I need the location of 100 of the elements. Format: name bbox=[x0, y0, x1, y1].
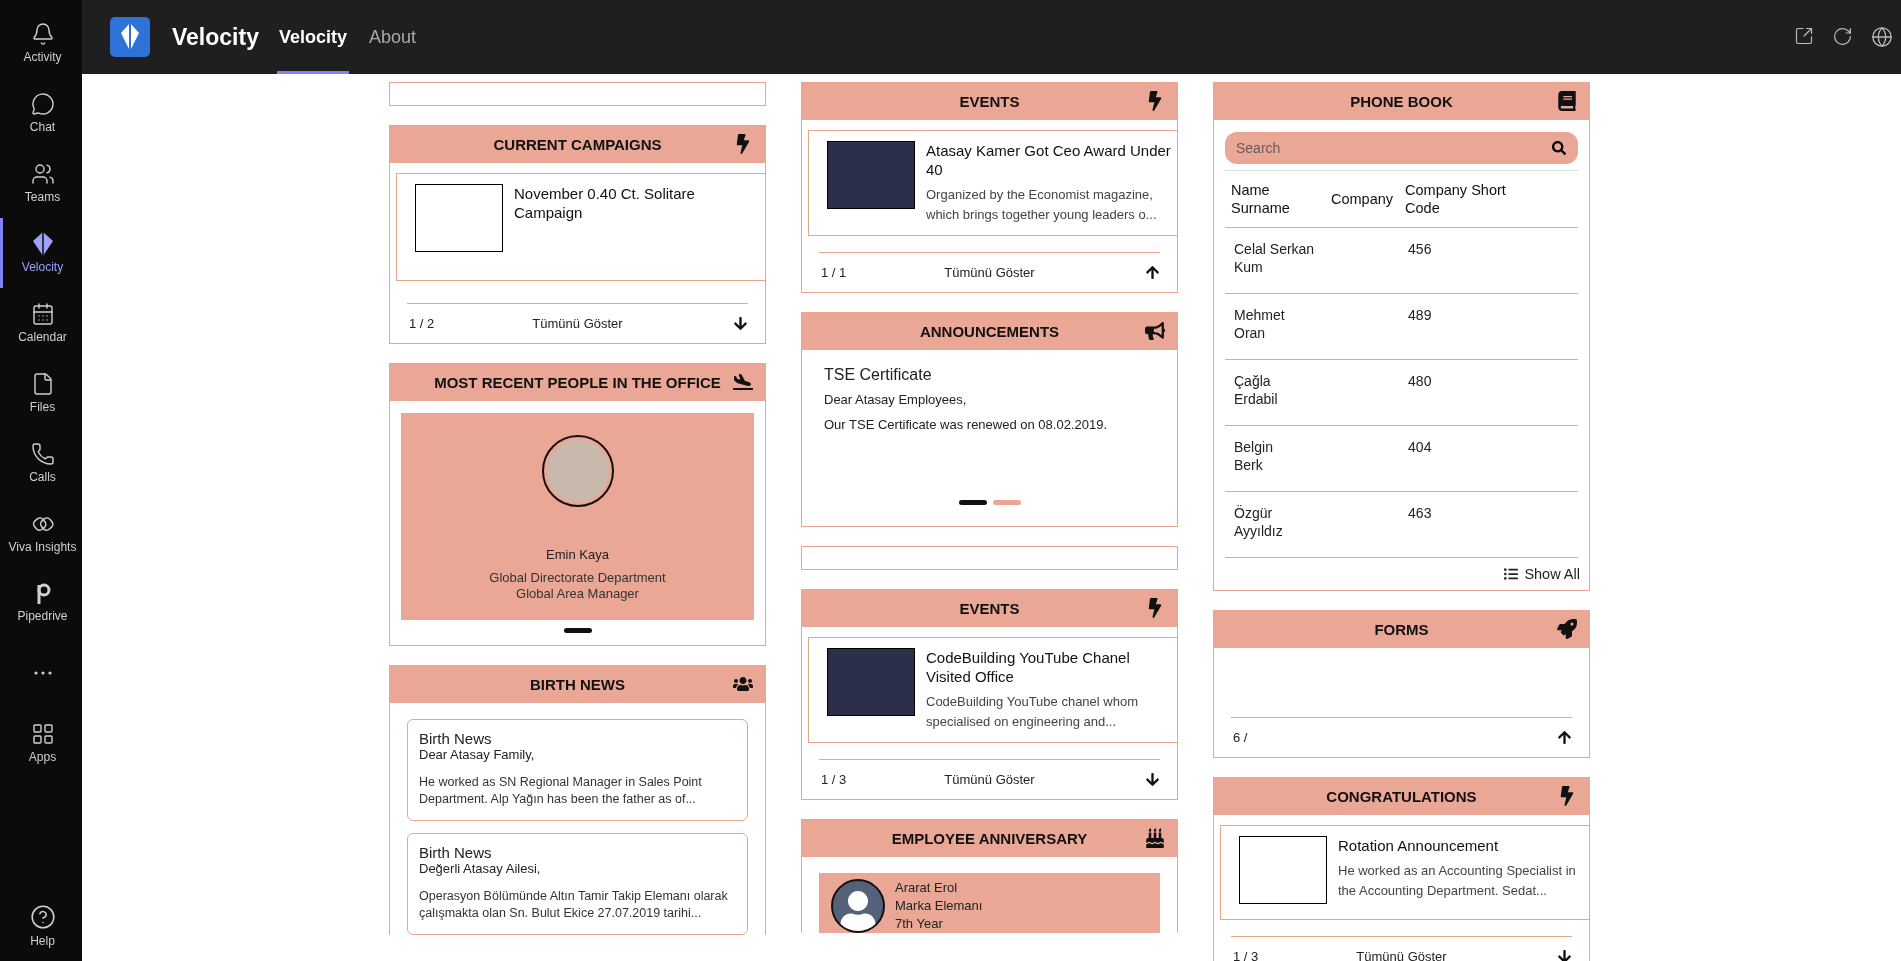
app-title: Velocity bbox=[172, 23, 259, 51]
sidebar-item[interactable]: Activity bbox=[0, 8, 82, 78]
announcement-greeting: Dear Atasay Employees, bbox=[824, 392, 968, 407]
pager-text: 1 / 3 bbox=[1232, 949, 1259, 961]
nav-tab[interactable]: About bbox=[367, 0, 419, 74]
pager-text: 1 / 3 bbox=[820, 772, 847, 787]
sidebar-item[interactable]: Calendar bbox=[0, 288, 82, 358]
person-name: Ararat Erol bbox=[895, 879, 959, 897]
announcement-text: Our TSE Certificate was renewed on 08.02.2019. bbox=[824, 417, 1109, 432]
sidebar-item[interactable]: Files bbox=[0, 358, 82, 428]
help-button[interactable]: Help bbox=[0, 891, 82, 961]
item-greeting: Dear Atasay Family, bbox=[419, 747, 536, 762]
arrow-down-button[interactable] bbox=[1557, 949, 1572, 961]
sidebar-item[interactable]: Teams bbox=[0, 148, 82, 218]
card-title: EVENTS bbox=[959, 600, 1020, 617]
show-all-link[interactable]: Tümünü Göster bbox=[944, 265, 1035, 280]
card-title: PHONE BOOK bbox=[1350, 93, 1453, 110]
person-name: Emin Kaya bbox=[546, 547, 609, 562]
news-item[interactable]: November 0.40 Ct. Solitare Campaign bbox=[396, 173, 765, 281]
column-header: Name Surname bbox=[1225, 170, 1325, 228]
item-description: CodeBuilding YouTube chanel whom specialised on engineering and... bbox=[926, 693, 1139, 731]
help-icon bbox=[29, 904, 56, 930]
calendar-icon bbox=[30, 302, 55, 326]
news-item[interactable]: Birth News Değerli Atasay Ailesi, Operasyon Bölümünde Altın Tamir Takip Elemanı olarak çalışmakta olan Sn. Bulut Ekice 27.07.2019 tarihi... bbox=[407, 833, 748, 935]
cake-icon bbox=[1145, 828, 1165, 848]
card-title: EVENTS bbox=[959, 93, 1020, 110]
item-title: Birth News bbox=[419, 844, 493, 861]
chat-icon bbox=[30, 92, 55, 116]
item-greeting: Değerli Atasay Ailesi, bbox=[419, 861, 542, 876]
table-cell: Özgür Ayyıldız bbox=[1225, 491, 1325, 558]
rocket-icon bbox=[1557, 619, 1577, 639]
show-all-button[interactable]: Show All bbox=[1504, 566, 1580, 582]
show-all-link[interactable]: Tümünü Göster bbox=[1356, 949, 1447, 961]
pager-text: 6 / bbox=[1232, 730, 1248, 745]
arrow-down-button[interactable] bbox=[1145, 772, 1160, 787]
arrow-down-button[interactable] bbox=[733, 316, 748, 331]
card-title: BIRTH NEWS bbox=[530, 676, 625, 693]
sidebar-item[interactable]: Calls bbox=[0, 428, 82, 498]
sidebar-item[interactable]: Chat bbox=[0, 78, 82, 148]
pager-text: 1 / 1 bbox=[820, 265, 847, 280]
people-group-icon bbox=[733, 674, 753, 694]
item-title: Birth News bbox=[419, 730, 493, 747]
item-title: CodeBuilding YouTube Chanel Visited Office bbox=[926, 648, 1131, 686]
grid-icon bbox=[30, 722, 55, 746]
item-description: Operasyon Bölümünde Altın Tamir Takip Elemanı olarak çalışmakta olan Sn. Bulut Ekice 27.07.2019 tarihi... bbox=[419, 888, 729, 922]
table-cell: 480 bbox=[1399, 359, 1578, 426]
column-header: Company bbox=[1325, 170, 1400, 228]
sidebar-item[interactable]: Pipedrive bbox=[0, 568, 82, 638]
item-title: Rotation Announcement bbox=[1338, 836, 1500, 855]
sidebar-item[interactable]: Apps bbox=[0, 708, 82, 778]
arrow-up-button[interactable] bbox=[1557, 730, 1572, 745]
table-cell: 456 bbox=[1399, 227, 1578, 294]
search-icon bbox=[1552, 141, 1566, 155]
bell-icon bbox=[30, 22, 55, 46]
news-item[interactable]: Birth News Dear Atasay Family, He worked as SN Regional Manager in Sales Point Department. Alp Yağın has been the father as of... bbox=[407, 719, 748, 821]
avatar-silhouette-icon bbox=[831, 879, 885, 933]
news-item[interactable]: CodeBuilding YouTube Chanel Visited Office CodeBuilding YouTube chanel whom specialised on engineering and... bbox=[808, 637, 1177, 743]
announcement-title: TSE Certificate bbox=[824, 366, 933, 384]
card-title: MOST RECENT PEOPLE IN THE OFFICE bbox=[434, 374, 721, 391]
table-cell: Belgin Berk bbox=[1225, 425, 1325, 492]
person-role: Marka Elemanı bbox=[895, 897, 983, 915]
card-title: CONGRATULATIONS bbox=[1326, 788, 1477, 805]
column-header: Company Short Code bbox=[1399, 170, 1578, 228]
item-title: Atasay Kamer Got Ceo Award Under 40 bbox=[926, 141, 1171, 179]
refresh-button[interactable] bbox=[1832, 26, 1853, 48]
list-icon bbox=[1504, 567, 1519, 581]
ellipsis-icon bbox=[33, 671, 52, 675]
arrow-up-button[interactable] bbox=[1145, 265, 1160, 280]
show-all-link[interactable]: Tümünü Göster bbox=[944, 772, 1035, 787]
sidebar-item[interactable]: Velocity bbox=[0, 218, 82, 288]
megaphone-icon bbox=[1145, 321, 1165, 341]
app-logo-icon bbox=[110, 17, 150, 57]
nav-tab[interactable]: Velocity bbox=[276, 0, 349, 74]
years-text: 7th Year bbox=[895, 915, 944, 933]
card-title: ANNOUNCEMENTS bbox=[919, 323, 1060, 340]
item-description: He worked as SN Regional Manager in Sales Point Department. Alp Yağın has been the father as of... bbox=[419, 774, 703, 808]
show-all-link[interactable]: Tümünü Göster bbox=[532, 316, 623, 331]
search-field[interactable]: Search bbox=[1225, 132, 1578, 164]
item-description: Organized by the Economist magazine, which brings together young leaders o... bbox=[926, 186, 1158, 224]
item-title: November 0.40 Ct. Solitare Campaign bbox=[514, 184, 696, 222]
book-icon bbox=[1557, 91, 1577, 111]
table-cell: 404 bbox=[1399, 425, 1578, 492]
people-icon bbox=[30, 162, 55, 186]
news-item[interactable]: Rotation Announcement He worked as an Accounting Specialist in the Accounting Department. Sedat... bbox=[1220, 825, 1589, 920]
person-details: Global Directorate Department Global Area Manager bbox=[489, 570, 666, 602]
card-title: EMPLOYEE ANNIVERSARY bbox=[891, 830, 1088, 847]
table-cell: Çağla Erdabil bbox=[1225, 359, 1325, 426]
sidebar-item[interactable]: Viva Insights bbox=[0, 498, 82, 568]
news-item[interactable]: Atasay Kamer Got Ceo Award Under 40 Organized by the Economist magazine, which brings together young leaders o... bbox=[808, 130, 1177, 236]
globe-button[interactable] bbox=[1871, 26, 1893, 48]
item-description: He worked as an Accounting Specialist in the Accounting Department. Sedat... bbox=[1338, 862, 1577, 900]
pager-text: 1 / 2 bbox=[408, 316, 435, 331]
phone-icon bbox=[30, 442, 55, 466]
diamond-logo-icon bbox=[32, 232, 53, 256]
table-cell: 463 bbox=[1399, 491, 1578, 558]
plane-landing-icon bbox=[733, 372, 753, 392]
table-cell: Mehmet Oran bbox=[1225, 293, 1325, 360]
table-cell: Celal Serkan Kum bbox=[1225, 227, 1325, 294]
card-title: CURRENT CAMPAIGNS bbox=[493, 136, 662, 153]
table-cell: 489 bbox=[1399, 293, 1578, 360]
